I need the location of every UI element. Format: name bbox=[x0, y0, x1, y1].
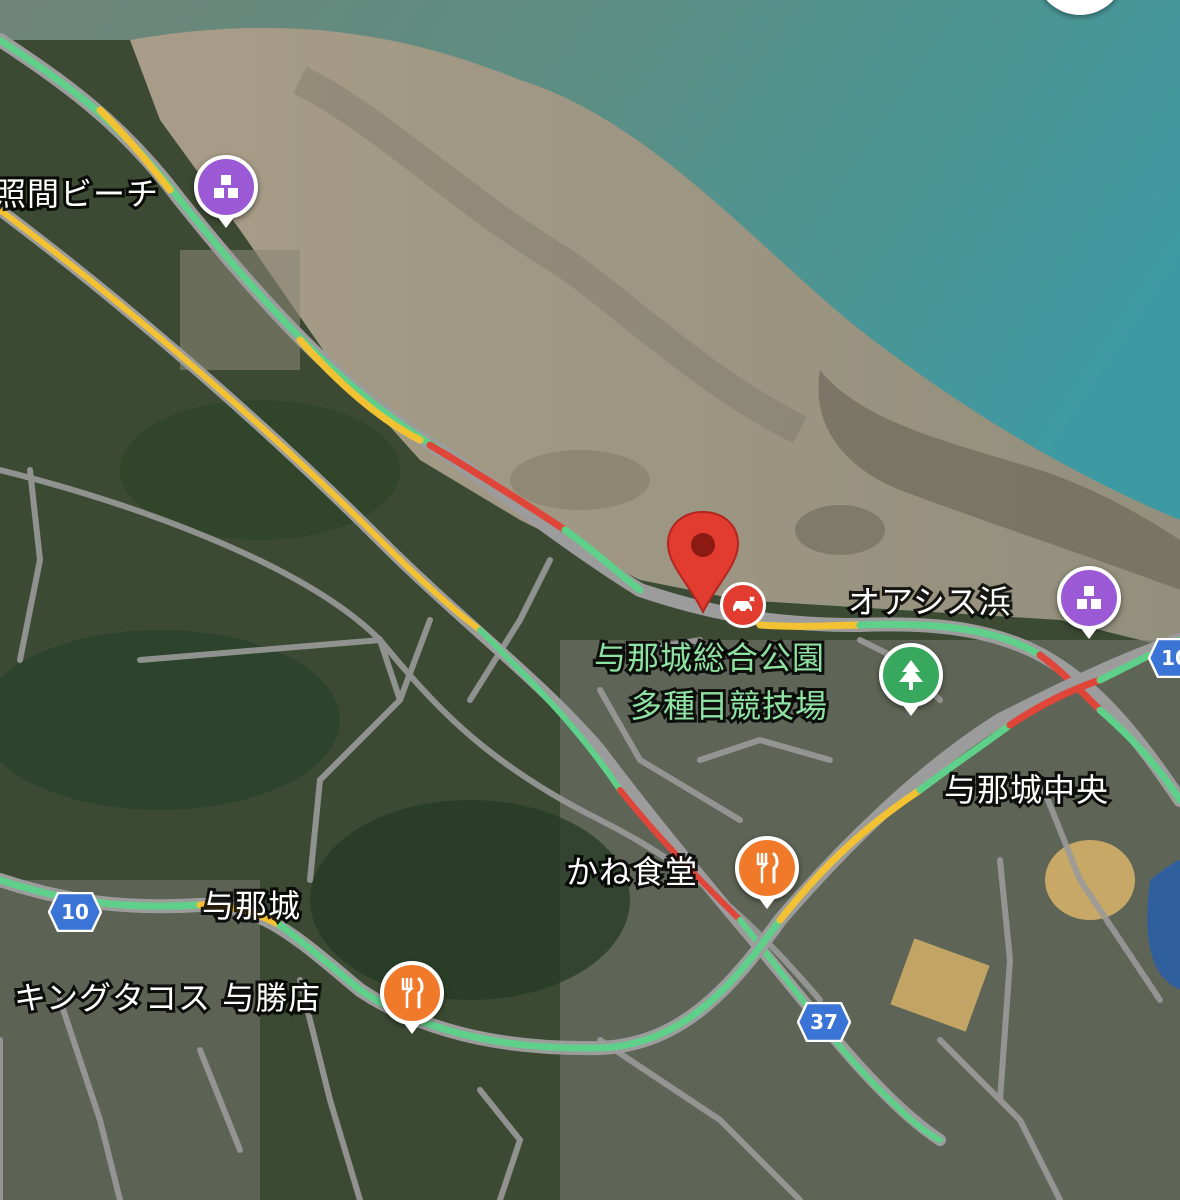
route-37-shield[interactable]: 37 bbox=[797, 1002, 851, 1042]
poi-park[interactable] bbox=[879, 643, 943, 716]
car-crash-icon bbox=[733, 596, 755, 614]
attraction-icon bbox=[1077, 586, 1101, 609]
map-view[interactable]: 照間ビーチ オアシス浜 与那城総合公園 多種目競技場 与那城中央 かね食堂 与那… bbox=[0, 0, 1180, 1200]
label-yonashiro-chuo[interactable]: 与那城中央 bbox=[941, 771, 1111, 809]
fork-knife-icon bbox=[401, 977, 424, 1009]
label-yonashiro[interactable]: 与那城 bbox=[199, 887, 303, 925]
tree-icon bbox=[899, 660, 923, 690]
poi-teruma-beach[interactable] bbox=[194, 155, 258, 228]
route-10-shield-right[interactable]: 10 bbox=[1148, 638, 1180, 678]
label-king-tacos[interactable]: キングタコス 与勝店 bbox=[11, 979, 323, 1017]
route-10-shield-left[interactable]: 10 bbox=[48, 892, 102, 932]
fork-knife-icon bbox=[756, 852, 779, 884]
poi-king-tacos[interactable] bbox=[380, 961, 444, 1034]
poi-accident[interactable] bbox=[720, 582, 766, 628]
poi-kane-shokudo[interactable] bbox=[735, 836, 799, 909]
label-park-line1[interactable]: 与那城総合公園 bbox=[591, 639, 827, 677]
label-oasis-beach[interactable]: オアシス浜 bbox=[845, 583, 1014, 621]
poi-oasis-beach[interactable] bbox=[1057, 566, 1121, 639]
label-kane-shokudo[interactable]: かね食堂 bbox=[563, 853, 700, 891]
attraction-icon bbox=[214, 175, 238, 198]
label-teruma-beach[interactable]: 照間ビーチ bbox=[0, 175, 161, 213]
label-park-line2[interactable]: 多種目競技場 bbox=[627, 687, 830, 725]
